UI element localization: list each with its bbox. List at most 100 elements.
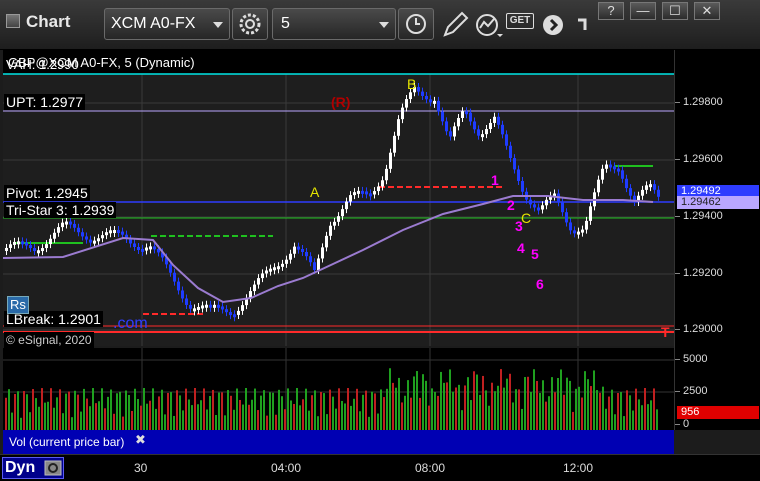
interval-selector[interactable]: 5 (272, 8, 396, 40)
candle-body (505, 134, 508, 146)
candle-body (121, 231, 124, 235)
volume-bar (575, 388, 577, 430)
volume-bar (527, 376, 529, 430)
candle-body (317, 258, 320, 271)
volume-bar (278, 389, 280, 430)
volume-bar (95, 403, 97, 430)
candle-body (65, 221, 68, 225)
study-icon[interactable] (474, 10, 504, 40)
candle-body (565, 212, 568, 223)
candle-body (425, 95, 428, 100)
candle-body (601, 168, 604, 180)
volume-bar (500, 369, 502, 430)
volume-bar (173, 415, 175, 430)
candle-body (117, 230, 120, 234)
volume-bar (593, 370, 595, 430)
volume-bar (635, 388, 637, 430)
volume-bar (614, 414, 616, 430)
volume-bar (191, 405, 193, 430)
volume-bar (494, 391, 496, 430)
b-marker: B (407, 76, 417, 92)
candle-body (645, 185, 648, 190)
candle-body (493, 116, 496, 123)
candle-body (229, 312, 232, 316)
volume-bar (464, 385, 466, 430)
candle-body (173, 272, 176, 282)
time-axis[interactable]: Dyn 30 04:00 08:00 12:00 (0, 454, 760, 481)
candle-body (561, 202, 564, 213)
candle-body (189, 304, 192, 309)
volume-bar (587, 379, 589, 430)
candle-body (101, 235, 104, 239)
price-axis[interactable]: 1.29800 1.29600 1.29400 1.29200 1.29000 … (674, 50, 760, 348)
volume-bar (347, 388, 349, 430)
candle-body (641, 189, 644, 196)
volume-bar (221, 392, 223, 430)
candle-body (281, 263, 284, 267)
candle-body (85, 236, 88, 240)
candle-body (461, 111, 464, 118)
close-study-icon[interactable]: ✖ (135, 432, 146, 448)
volume-bar (653, 388, 655, 430)
time-tick: 04:00 (271, 461, 302, 475)
help-button[interactable]: ? (598, 2, 624, 20)
symbol-selector[interactable]: XCM A0-FX (104, 8, 230, 40)
get-data-button[interactable]: GET (506, 13, 534, 43)
minimize-button[interactable]: — (630, 2, 656, 20)
candle-body (485, 129, 488, 135)
copyright-label: © eSignal, 2020 (4, 332, 94, 348)
chevron-down-icon[interactable] (213, 22, 223, 28)
candle-body (225, 309, 228, 313)
candle-body (273, 267, 276, 271)
time-template-button[interactable] (398, 8, 434, 40)
volume-bar (374, 393, 376, 430)
candle-body (141, 248, 144, 252)
candle-body (389, 152, 392, 169)
candle-body (105, 232, 108, 236)
volume-bar (371, 391, 373, 430)
pencil-icon[interactable] (440, 10, 470, 40)
volume-legend[interactable]: Vol (current price bar) ✖ (3, 430, 674, 454)
volume-bar (326, 414, 328, 430)
maximize-button[interactable]: ☐ (662, 2, 688, 20)
volume-bar (560, 369, 562, 430)
candle-body (201, 305, 204, 309)
candle-body (573, 230, 576, 234)
volume-bar (170, 392, 172, 430)
volume-bar (242, 404, 244, 430)
volume-axis[interactable]: 5000 2500 0 956 (674, 348, 760, 430)
volume-bar (401, 402, 403, 430)
candle-body (365, 191, 368, 195)
chevron-right-circle-icon[interactable] (540, 10, 570, 40)
last-volume-flag: 956 (677, 406, 759, 419)
volume-bar (428, 405, 430, 430)
candle-body (341, 209, 344, 217)
volume-bar (176, 390, 178, 430)
price-chart-pane[interactable]: VAH: 1.2990 GBP@XCM A0-FX, 5 (Dynamic) U… (3, 50, 674, 348)
volume-bar (140, 405, 142, 430)
volume-bar (65, 393, 67, 430)
interval-settings-button[interactable] (232, 8, 268, 40)
volume-bar (128, 394, 130, 430)
volume-bar (545, 401, 547, 430)
volume-bar (605, 408, 607, 430)
candle-body (453, 126, 456, 137)
chevron-down-icon[interactable] (379, 22, 389, 28)
volume-bar (317, 416, 319, 430)
volume-pane[interactable] (3, 348, 674, 430)
candle-body (21, 241, 24, 245)
candle-body (393, 135, 396, 153)
volume-bar (383, 397, 385, 430)
dynamic-mode-button[interactable]: Dyn (2, 457, 64, 479)
more-icon[interactable] (570, 10, 600, 40)
volume-bar (617, 392, 619, 430)
volume-bar (122, 416, 124, 430)
volume-bar (623, 416, 625, 430)
volume-bar (521, 408, 523, 430)
time-tick: 08:00 (415, 461, 446, 475)
candle-body (509, 145, 512, 159)
candle-body (261, 273, 264, 279)
count-2: 2 (507, 197, 515, 213)
volume-bar (458, 384, 460, 430)
close-button[interactable]: ✕ (694, 2, 720, 20)
